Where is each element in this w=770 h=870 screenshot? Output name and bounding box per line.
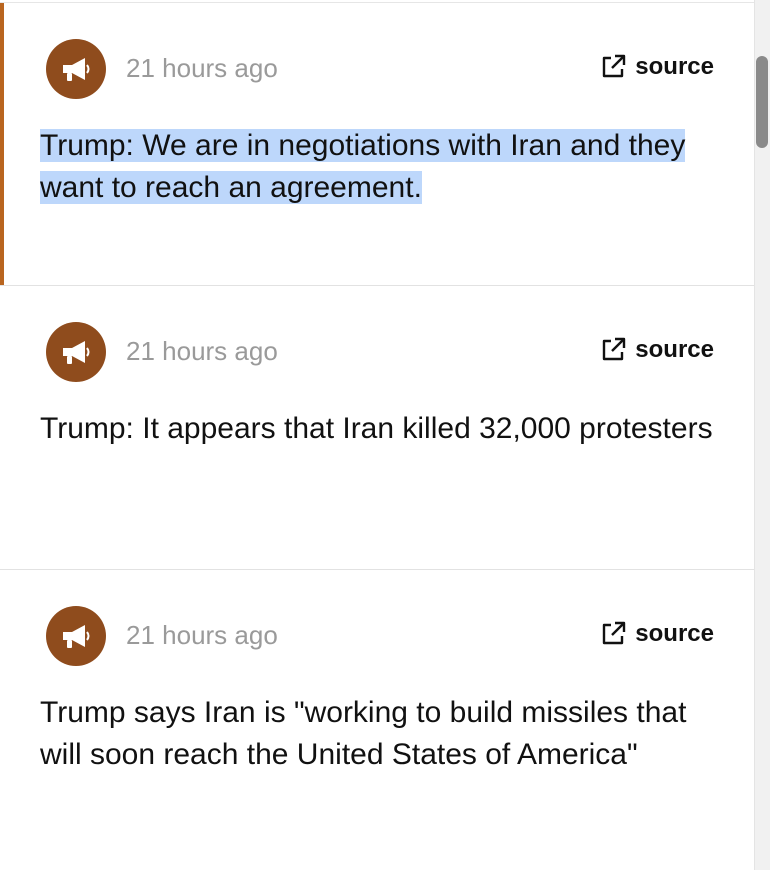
external-link-icon [603,337,626,361]
news-feed: 21 hours ago source Trump: We are in neg… [0,0,754,870]
headline: Trump says Iran is "working to build mis… [40,696,687,771]
source-label: source [635,336,714,363]
megaphone-icon [63,625,90,648]
avatar [46,39,106,99]
timestamp: 21 hours ago [126,53,278,83]
avatar [46,606,106,666]
source-link[interactable]: source [599,334,714,366]
news-card[interactable]: 21 hours ago source Trump says Iran is "… [0,570,754,870]
timestamp: 21 hours ago [126,336,278,366]
external-link-icon [603,621,626,645]
megaphone-icon [63,58,90,81]
megaphone-icon [63,341,90,364]
selected-text: Trump: We are in negotiations with Iran … [40,129,686,204]
source-label: source [635,53,714,80]
news-card[interactable]: 21 hours ago source Trump: We are in neg… [0,2,754,286]
headline: Trump: It appears that Iran killed 32,00… [40,412,713,445]
avatar [46,322,106,382]
scrollbar-thumb[interactable] [756,56,768,148]
news-card[interactable]: 21 hours ago source Trump: It appears th… [0,286,754,570]
source-link[interactable]: source [599,51,714,83]
headline: Trump: We are in negotiations with Iran … [40,125,720,209]
external-link-icon [603,54,626,78]
active-indicator [0,3,4,285]
source-link[interactable]: source [599,618,714,650]
timestamp: 21 hours ago [126,620,278,650]
source-label: source [635,620,714,647]
